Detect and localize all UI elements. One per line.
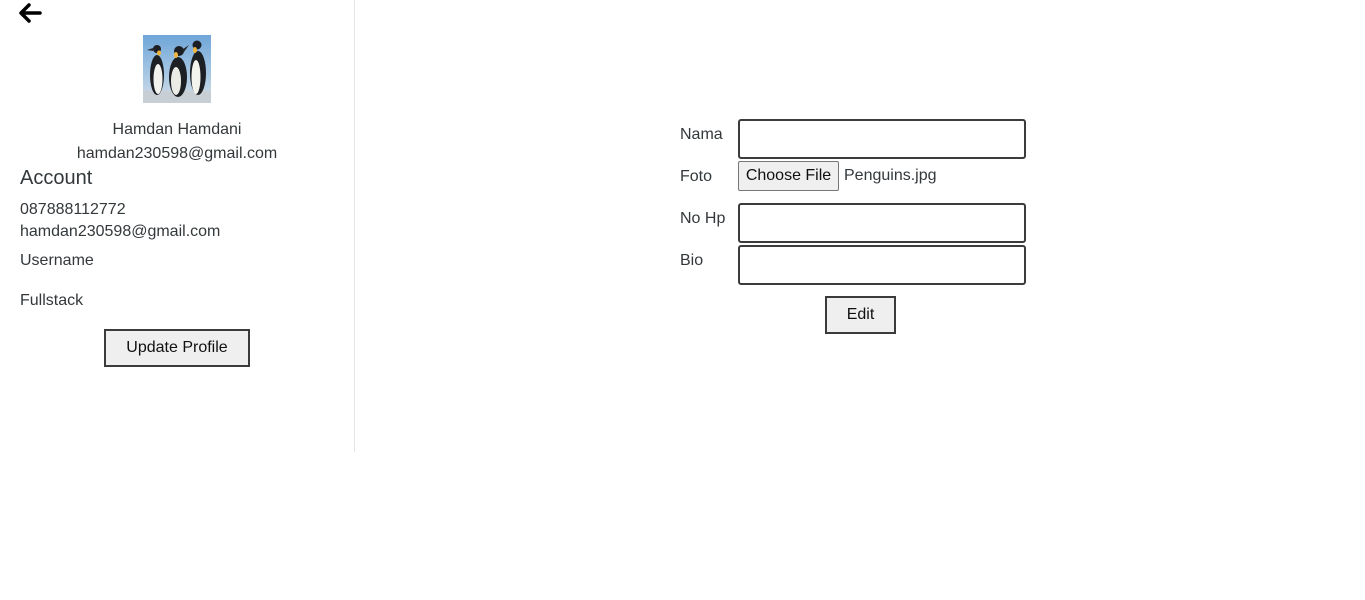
nama-input[interactable] xyxy=(738,119,1026,159)
edit-button[interactable]: Edit xyxy=(825,296,896,334)
account-phone: 087888112772 xyxy=(20,201,126,218)
update-profile-button[interactable]: Update Profile xyxy=(104,329,250,367)
back-button[interactable] xyxy=(16,0,44,26)
account-username: Username xyxy=(20,252,94,269)
foto-label: Foto xyxy=(680,168,713,185)
page: Hamdan Hamdani hamdan230598@gmail.com Ac… xyxy=(0,0,1365,600)
profile-name: Hamdan Hamdani xyxy=(112,121,242,138)
nohp-input[interactable] xyxy=(738,203,1026,243)
arrow-left-icon xyxy=(19,3,42,23)
choose-file-button[interactable]: Choose File xyxy=(738,161,839,191)
sidebar: Hamdan Hamdani hamdan230598@gmail.com Ac… xyxy=(0,0,355,452)
bio-label: Bio xyxy=(680,252,704,269)
selected-file-name: Penguins.jpg xyxy=(844,167,937,184)
bio-input[interactable] xyxy=(738,245,1026,285)
profile-email: hamdan230598@gmail.com xyxy=(76,145,278,162)
avatar xyxy=(143,35,211,103)
account-role: Fullstack xyxy=(20,292,84,309)
nohp-label: No Hp xyxy=(680,210,726,227)
penguins-image xyxy=(143,35,211,103)
account-email: hamdan230598@gmail.com xyxy=(20,223,221,240)
nama-label: Nama xyxy=(680,126,723,143)
account-heading: Account xyxy=(20,167,93,189)
